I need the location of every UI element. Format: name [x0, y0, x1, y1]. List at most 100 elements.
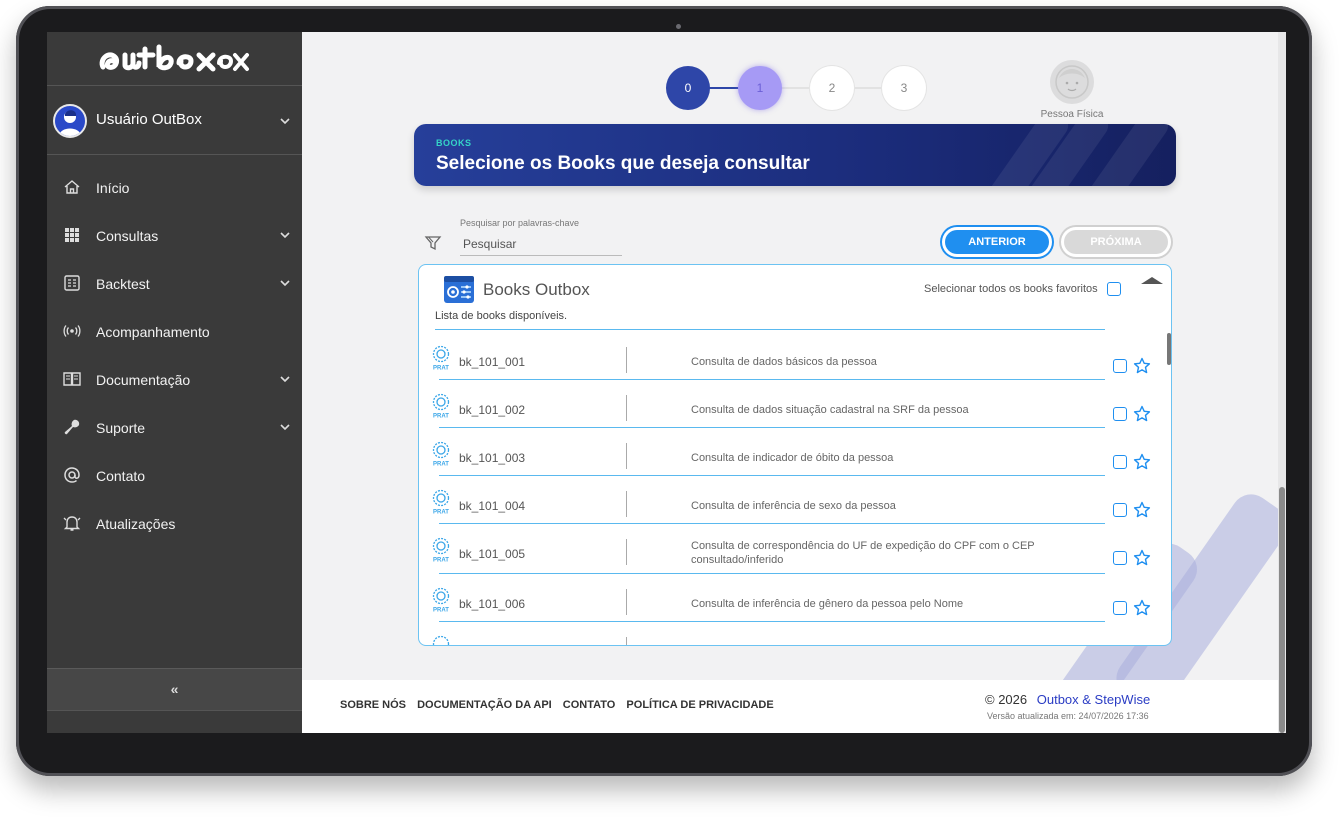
footer-link-about[interactable]: SOBRE NÓS: [340, 699, 406, 711]
prat-badge-icon: PRAT: [432, 537, 449, 563]
filter-icon[interactable]: [424, 234, 442, 252]
step-0[interactable]: 0: [666, 66, 710, 110]
copyright: © 2026 Outbox & StepWise: [985, 692, 1150, 707]
book-code: bk_101_003: [459, 451, 526, 465]
brand-logo[interactable]: outbox: [47, 32, 302, 86]
book-code: bk_101_004: [459, 499, 526, 513]
row-underline: [439, 573, 1105, 574]
search-input[interactable]: [460, 232, 622, 256]
sidebar-item-label: Atualizações: [96, 516, 176, 532]
book-description: Consulta de inferência de sexo da pessoa: [691, 500, 896, 512]
favorite-star-icon[interactable]: [1133, 501, 1151, 519]
search-label: Pesquisar por palavras-chave: [460, 218, 580, 228]
sidebar-item-consultas[interactable]: Consultas: [47, 214, 302, 258]
footer: SOBRE NÓS DOCUMENTAÇÃO DA API CONTATO PO…: [302, 680, 1278, 733]
camera-dot: [676, 24, 681, 29]
wrench-icon: [64, 419, 80, 435]
copyright-text: © 2026: [985, 692, 1028, 707]
books-banner: BOOKS Selecione os Books que deseja cons…: [414, 124, 1176, 186]
badge-text: PRAT: [433, 366, 449, 372]
book-description: Consulta de inferência de gênero da pess…: [691, 598, 964, 610]
sidebar-item-documentacao[interactable]: Documentação: [47, 358, 302, 402]
sidebar-item-label: Início: [96, 180, 130, 196]
prat-badge-icon: PRAT: [432, 441, 449, 468]
row-underline: [439, 475, 1105, 476]
favorite-star-icon[interactable]: [1133, 357, 1151, 375]
book-description: Consulta de dados situação cadastral na …: [691, 404, 969, 416]
row-separator: [626, 637, 627, 645]
sidebar-item-backtest[interactable]: Backtest: [47, 262, 302, 306]
step-2[interactable]: 2: [810, 66, 854, 110]
sidebar-item-label: Acompanhamento: [96, 324, 210, 340]
select-all-favorites-label: Selecionar todos os books favoritos: [924, 283, 1098, 295]
prat-badge-icon: PRAT: [432, 393, 449, 419]
book-row-partial: [419, 629, 1171, 645]
book-checkbox[interactable]: [1113, 503, 1127, 517]
book-description: Consulta de correspondência do UF de exp…: [691, 540, 1035, 566]
logo-icon: [99, 44, 249, 71]
row-separator: [626, 491, 627, 517]
bell-icon: [63, 516, 81, 531]
sidebar-item-atualizacoes[interactable]: Atualizações: [47, 502, 302, 546]
book-row[interactable]: PRAT bk_101_004 Consulta de inferência de …: [419, 483, 1171, 531]
favorite-star-icon[interactable]: [1133, 549, 1151, 567]
book-description: Consulta de indicador de óbito da pessoa: [691, 452, 894, 464]
person-type-indicator[interactable]: Pessoa Física: [1037, 60, 1107, 120]
company-link[interactable]: Outbox & StepWise: [1037, 692, 1150, 707]
book-row[interactable]: PRAT bk_101_006 Consulta de inferência de …: [419, 581, 1171, 629]
book-checkbox[interactable]: [1113, 551, 1127, 565]
app-screen: outbox Usuário OutBox Início: [47, 32, 1286, 733]
sidebar-item-acompanhamento[interactable]: Acompanhamento: [47, 310, 302, 354]
book-code: bk_101_001: [459, 355, 526, 369]
person-face-icon: [1050, 60, 1094, 104]
badge-text: PRAT: [433, 608, 449, 614]
row-underline: [439, 523, 1105, 524]
sidebar: outbox Usuário OutBox Início: [47, 32, 302, 733]
previous-button[interactable]: ANTERIOR: [945, 230, 1049, 254]
row-underline: [439, 621, 1105, 622]
next-button[interactable]: PRÓXIMA: [1064, 230, 1168, 254]
footer-link-privacy[interactable]: POLÍTICA DE PRIVACIDADE: [626, 699, 773, 711]
favorite-star-icon[interactable]: [1133, 599, 1151, 617]
at-icon: [64, 467, 80, 483]
book-checkbox[interactable]: [1113, 455, 1127, 469]
book-row[interactable]: PRAT bk_101_002 Consulta de dados situação…: [419, 387, 1171, 435]
user-menu[interactable]: Usuário OutBox: [47, 87, 302, 155]
sidebar-item-inicio[interactable]: Início: [47, 166, 302, 210]
sidebar-bottom-bar: [47, 710, 302, 733]
book-row[interactable]: PRAT bk_101_005 Consulta de correspondênci…: [419, 531, 1171, 579]
collapse-panel-icon[interactable]: [1141, 277, 1163, 284]
book-row[interactable]: PRAT bk_101_003 Consulta de indicador de ó…: [419, 435, 1171, 483]
sidebar-item-label: Suporte: [96, 420, 146, 436]
select-all-favorites-checkbox[interactable]: [1107, 282, 1121, 296]
row-separator: [626, 395, 627, 421]
page-scrollbar-thumb[interactable]: [1279, 487, 1285, 733]
step-3[interactable]: 3: [882, 66, 926, 110]
favorite-star-icon[interactable]: [1133, 453, 1151, 471]
footer-link-api-docs[interactable]: DOCUMENTAÇÃO DA API: [417, 699, 552, 711]
footer-link-contact[interactable]: CONTATO: [563, 699, 616, 711]
sidebar-item-label: Documentação: [96, 372, 191, 388]
book-checkbox[interactable]: [1113, 359, 1127, 373]
prat-badge-icon: [432, 635, 450, 645]
sidebar-item-suporte[interactable]: Suporte: [47, 406, 302, 450]
chevron-down-icon[interactable]: [280, 116, 290, 126]
collapse-sidebar-button[interactable]: «: [47, 668, 302, 710]
chevron-down-icon: [280, 232, 290, 239]
step-connector: [850, 87, 886, 89]
version-text: Versão atualizada em: 24/07/2026 17:36: [987, 711, 1149, 721]
book-row[interactable]: PRAT bk_101_001 Consulta de dados básicos …: [419, 339, 1171, 387]
books-panel-icon: [444, 276, 474, 303]
favorite-star-icon[interactable]: [1133, 405, 1151, 423]
book-checkbox[interactable]: [1113, 601, 1127, 615]
main-content: 0 1 2 3 Pessoa Física BOOKS Selecione os: [302, 32, 1286, 733]
book-checkbox[interactable]: [1113, 407, 1127, 421]
prat-badge-icon: PRAT: [432, 345, 449, 372]
home-icon: [64, 180, 80, 194]
panel-subtitle: Lista de books disponíveis.: [435, 310, 568, 322]
prat-badge-icon: PRAT: [432, 489, 449, 515]
badge-text: PRAT: [433, 462, 449, 468]
step-1[interactable]: 1: [738, 66, 782, 110]
book-code: bk_101_002: [459, 403, 526, 417]
sidebar-item-contato[interactable]: Contato: [47, 454, 302, 498]
